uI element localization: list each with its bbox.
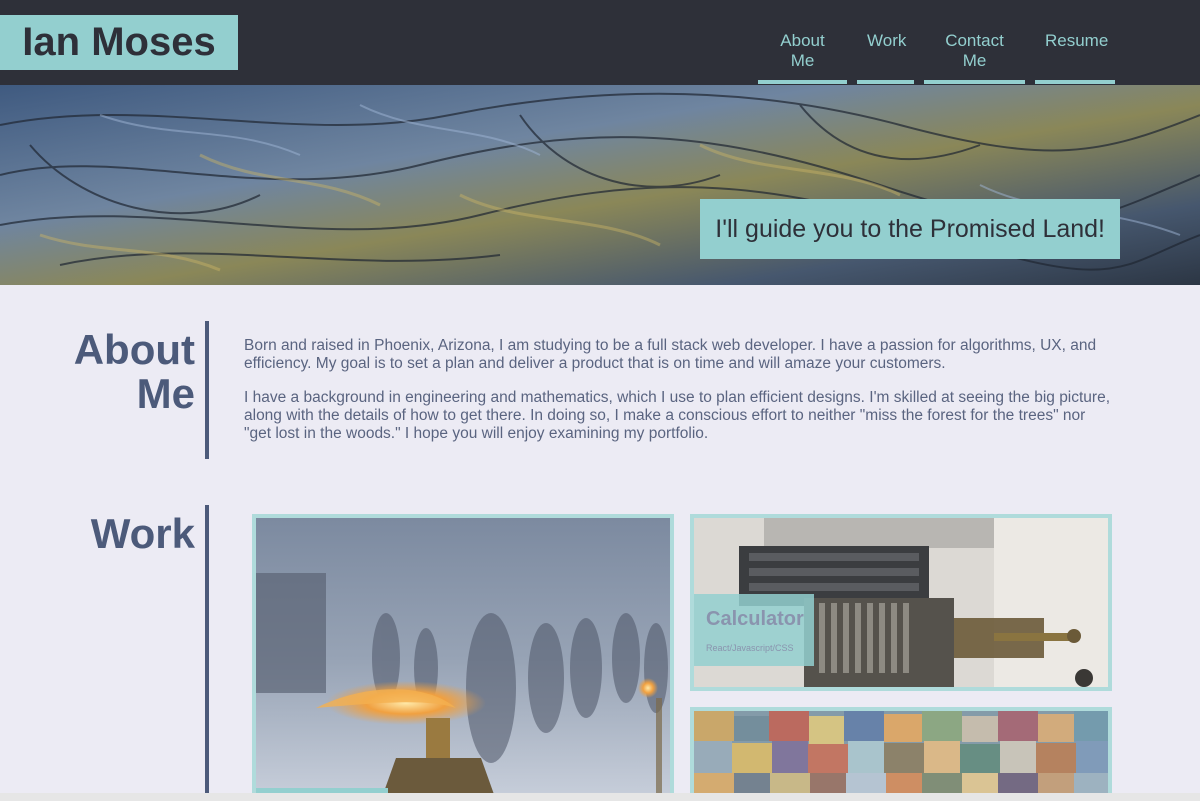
about-text: Born and raised in Phoenix, Arizona, I a… — [244, 337, 1114, 459]
calculator-title: Calculator — [706, 608, 804, 630]
about-divider — [205, 321, 209, 459]
hero-banner: I'll guide you to the Promised Land! — [0, 85, 1200, 285]
hero-tagline: I'll guide you to the Promised Land! — [700, 199, 1120, 259]
work-divider — [205, 505, 209, 793]
about-heading: About Me — [40, 328, 195, 416]
site-header: Ian Moses About Me Work Contact Me Resum… — [0, 0, 1200, 85]
nav-contact-me[interactable]: Contact Me — [924, 28, 1025, 84]
nav-about-me[interactable]: About Me — [758, 28, 847, 84]
nav-resume[interactable]: Resume — [1035, 28, 1115, 84]
project-card-puzzle[interactable] — [690, 707, 1112, 801]
site-name-logo[interactable]: Ian Moses — [0, 15, 238, 70]
project-image-puzzle-pieces — [694, 711, 1108, 801]
bottom-scroll-edge — [0, 793, 1200, 801]
calculator-tech: React/Javascript/CSS — [706, 643, 794, 653]
about-heading-line2: Me — [136, 370, 195, 417]
about-heading-line1: About — [73, 326, 195, 373]
work-heading: Work — [90, 510, 195, 557]
calculator-label: Calculator React/Javascript/CSS — [694, 594, 814, 666]
project-card-calculator[interactable]: Calculator React/Javascript/CSS — [690, 514, 1112, 691]
nav-work[interactable]: Work — [857, 28, 914, 84]
about-paragraph-2: I have a background in engineering and m… — [244, 389, 1111, 442]
about-paragraph-1: Born and raised in Phoenix, Arizona, I a… — [244, 337, 1097, 372]
project-card-featured[interactable] — [252, 514, 674, 801]
project-image-torch — [256, 518, 670, 800]
main-nav: About Me Work Contact Me Resume — [758, 28, 1115, 84]
